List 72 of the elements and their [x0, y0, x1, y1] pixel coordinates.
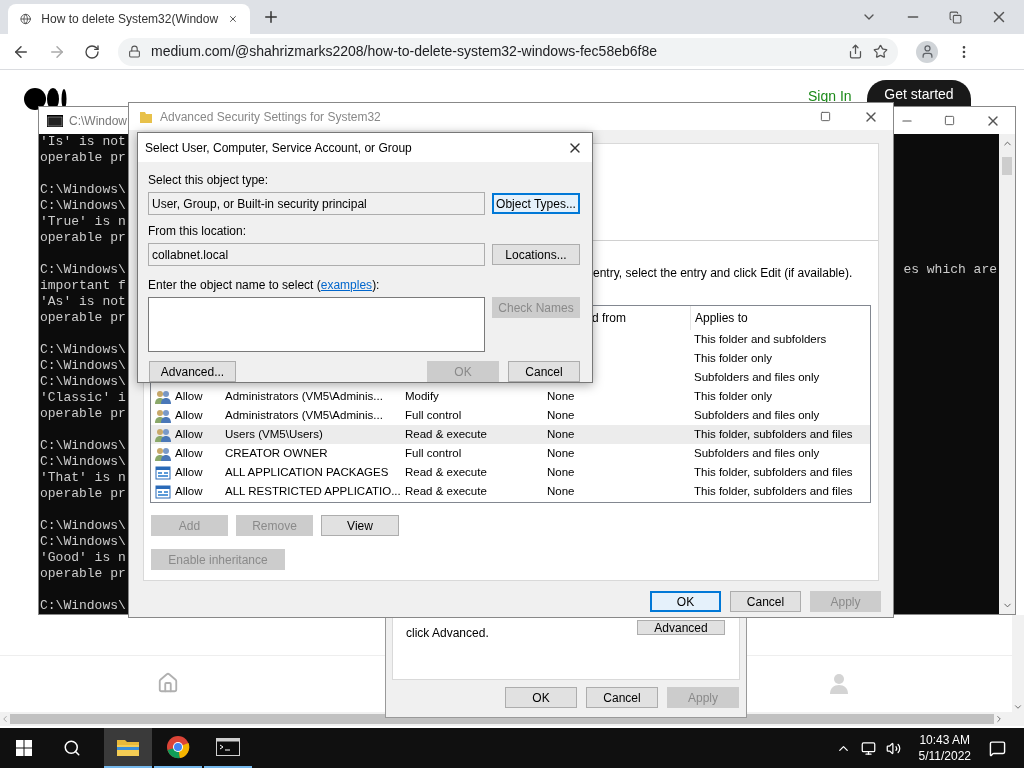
table-cell: Allow	[175, 446, 203, 459]
table-cell: CREATOR OWNER	[225, 446, 328, 459]
field-label: Enter the object name to select (	[148, 277, 321, 294]
window-title: Advanced Security Settings for System32	[160, 108, 381, 126]
table-cell-text: This folder and subfolders	[694, 331, 827, 347]
table-cell: None	[547, 408, 575, 421]
table-cell: Allow	[175, 427, 203, 440]
console-line: 'Is' is not	[39, 134, 126, 150]
console-line: operable pr	[39, 150, 126, 166]
console-line: C:\Windows\	[39, 454, 126, 470]
table-cell: Administrators (VM5\Adminis...	[225, 408, 383, 421]
column-header: d from	[592, 310, 627, 327]
table-cell-text: This folder, subfolders and files	[694, 483, 853, 499]
table-cell: Read & execute	[405, 465, 487, 478]
table-cell: Allow	[175, 465, 203, 478]
console-line: es which are	[903, 262, 998, 278]
table-cell: ALL APPLICATION PACKAGES	[225, 465, 389, 478]
table-cell: None	[547, 484, 575, 497]
console-line: C:\Windows\	[39, 518, 126, 534]
console-line: C:\Windows\	[39, 198, 126, 214]
table-cell-text: This folder, subfolders and files	[694, 426, 853, 442]
table-cell: Modify	[405, 389, 439, 402]
tab-title: How to delete System32(Window	[41, 11, 219, 28]
table-cell-text: This folder only	[694, 388, 772, 404]
table-cell-text: Subfolders and files only	[694, 445, 820, 461]
console-line: 'Classic' i	[39, 390, 126, 406]
object-type-field: User, Group, or Built-in security principal	[148, 192, 485, 215]
table-cell-text: This folder only	[694, 350, 772, 366]
console-line: operable pr	[39, 486, 126, 502]
console-line: C:\Windows\	[39, 438, 126, 454]
console-line: operable pr	[39, 230, 126, 246]
table-cell: Full control	[405, 408, 462, 421]
table-cell: None	[547, 427, 575, 440]
url-text: medium.com/@shahrizmarks2208/how-to-delete-system32-windows-fec58eb6f8e	[151, 42, 658, 61]
table-cell-text: Subfolders and files only	[694, 369, 820, 385]
table-cell: None	[547, 465, 575, 478]
console-line: operable pr	[39, 406, 126, 422]
console-line: C:\Windows\	[39, 262, 126, 278]
console-line: 'That' is n	[39, 470, 126, 486]
console-line: operable pr	[39, 310, 126, 326]
console-line: C:\Windows\	[39, 374, 126, 390]
table-cell: Allow	[175, 408, 203, 421]
console-line: operable pr	[39, 566, 126, 582]
location-field: collabnet.local	[148, 243, 485, 266]
table-cell: Users (VM5\Users)	[225, 427, 323, 440]
console-line: C:\Windows\	[39, 342, 126, 358]
table-cell: Read & execute	[405, 427, 487, 440]
table-cell: ALL RESTRICTED APPLICATIO...	[225, 484, 401, 497]
console-line: 'True' is n	[39, 214, 126, 230]
table-cell: Full control	[405, 446, 462, 459]
table-cell: Administrators (VM5\Adminis...	[225, 389, 383, 402]
console-line: C:\Windows\	[39, 598, 126, 614]
console-line: 'Good' is n	[39, 550, 126, 566]
hint-text: entry, select the entry and click Edit (if available).	[593, 265, 853, 282]
table-cell-text: This folder, subfolders and files	[694, 464, 853, 480]
advanced-note: click Advanced.	[406, 625, 490, 642]
console-line: C:\Windows\	[39, 358, 126, 374]
console-line: C:\Windows\	[39, 534, 126, 550]
console-line: important f	[39, 278, 126, 294]
table-cell: None	[547, 389, 575, 402]
field-label: From this location:	[148, 223, 248, 240]
dialog-title: Select User, Computer, Service Account, or Group	[145, 139, 412, 157]
table-cell-text: Subfolders and files only	[694, 407, 820, 423]
table-cell: Allow	[175, 389, 203, 402]
table-cell: Allow	[175, 484, 203, 497]
console-line: C:\Windows\	[39, 182, 126, 198]
console-line: 'As' is not	[39, 294, 126, 310]
table-cell: Read & execute	[405, 484, 487, 497]
table-cell: None	[547, 446, 575, 459]
field-label: ):	[372, 277, 380, 294]
window-title: C:\Window	[69, 112, 127, 130]
field-label: Select this object type:	[148, 172, 270, 189]
